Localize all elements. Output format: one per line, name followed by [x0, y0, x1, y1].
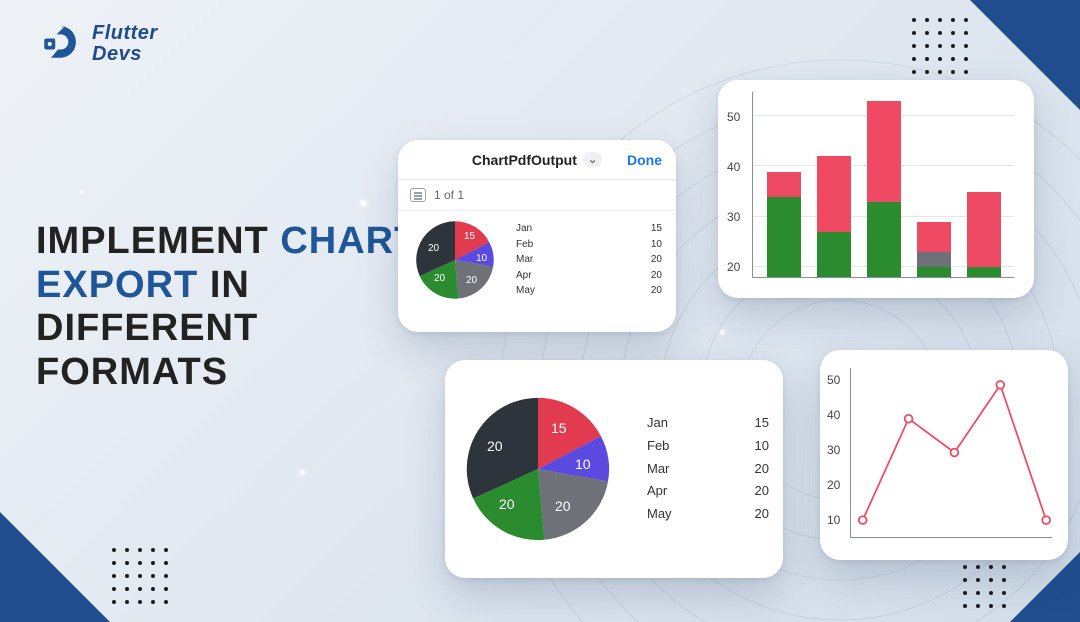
pie-slice-label: 10 [575, 456, 591, 472]
sparkle-icon [80, 190, 84, 194]
sparkle-icon [720, 330, 725, 335]
bar-chart: 20 30 40 50 [724, 90, 1018, 288]
pie-slice-label: 10 [476, 253, 487, 264]
logo-line1: Flutter [92, 23, 158, 44]
pie-slice-label: 20 [487, 438, 503, 454]
sparkle-icon [360, 200, 366, 206]
pie-slice-label: 20 [499, 496, 515, 512]
pie-chart-card: 15 10 20 20 20 Jan15 Feb10 Mar20 Apr20 M… [445, 360, 783, 578]
pages-icon [410, 188, 426, 202]
pie-slice-label: 20 [555, 498, 571, 514]
legend-row: Apr20 [516, 268, 662, 284]
pie-slice-label: 20 [466, 275, 477, 286]
pdf-topbar: ChartPdfOutput ⌄ Done [398, 140, 676, 180]
pie-slice-label: 15 [551, 420, 567, 436]
headline-word: Different Formats [36, 307, 258, 393]
y-tick: 50 [727, 110, 740, 124]
y-tick: 20 [827, 478, 840, 492]
legend-row: Jan15 [647, 412, 769, 435]
y-tick: 10 [827, 513, 840, 527]
bar-col [817, 156, 851, 277]
corner-bottom-left [0, 512, 110, 622]
line-chart-card: 10 20 30 40 50 [820, 350, 1068, 560]
legend-row: Feb10 [516, 237, 662, 253]
corner-bottom-right [1010, 552, 1080, 622]
pie-chart: 15 10 20 20 20 [459, 390, 617, 548]
dots-bottom-right [963, 565, 1006, 608]
y-tick: 30 [827, 443, 840, 457]
bar-chart-card: 20 30 40 50 [718, 80, 1034, 298]
logo-mark-icon [36, 22, 80, 66]
chevron-down-icon: ⌄ [583, 152, 602, 167]
legend-row: Feb10 [647, 435, 769, 458]
legend-row: May20 [516, 283, 662, 299]
bar-col [967, 192, 1001, 277]
legend-row: Mar20 [516, 252, 662, 268]
legend-row: May20 [647, 503, 769, 526]
bar-col [767, 172, 801, 277]
pdf-title[interactable]: ChartPdfOutput ⌄ [472, 152, 602, 168]
pie-legend: Jan15 Feb10 Mar20 Apr20 May20 [647, 412, 769, 526]
y-tick: 20 [727, 260, 740, 274]
line-chart: 10 20 30 40 50 [824, 362, 1058, 548]
stage: Flutter Devs Implement Chart Export in [0, 0, 1080, 622]
y-tick: 40 [827, 408, 840, 422]
legend-row: Mar20 [647, 458, 769, 481]
pie-slice-label: 20 [434, 273, 445, 284]
y-tick: 30 [727, 210, 740, 224]
logo-line2: Devs [92, 44, 158, 65]
pie-slice-label: 15 [464, 231, 475, 242]
pdf-pager: 1 of 1 [398, 180, 676, 211]
sparkle-icon [300, 470, 305, 475]
pdf-title-text: ChartPdfOutput [472, 152, 577, 168]
bar-col [867, 101, 901, 277]
headline-word: Implement [36, 220, 269, 262]
y-tick: 40 [727, 160, 740, 174]
legend-row: Apr20 [647, 480, 769, 503]
dots-bottom-left [112, 548, 168, 604]
pdf-legend: Jan15 Feb10 Mar20 Apr20 May20 [516, 221, 662, 299]
pdf-pie-chart: 15 10 20 20 20 [412, 217, 498, 303]
dots-top-right [912, 18, 968, 74]
headline-accent: Export [36, 264, 198, 306]
legend-row: Jan15 [516, 221, 662, 237]
logo: Flutter Devs [36, 22, 158, 66]
y-tick: 50 [827, 373, 840, 387]
pager-text: 1 of 1 [434, 188, 464, 202]
bar-col [917, 222, 951, 277]
done-button[interactable]: Done [627, 152, 662, 168]
pie-slice-label: 20 [428, 243, 439, 254]
pdf-preview-card: ChartPdfOutput ⌄ Done 1 of 1 15 10 [398, 140, 676, 332]
headline-word: in [210, 264, 250, 306]
logo-text: Flutter Devs [92, 23, 158, 65]
page-title: Implement Chart Export in Different Form… [36, 220, 456, 395]
